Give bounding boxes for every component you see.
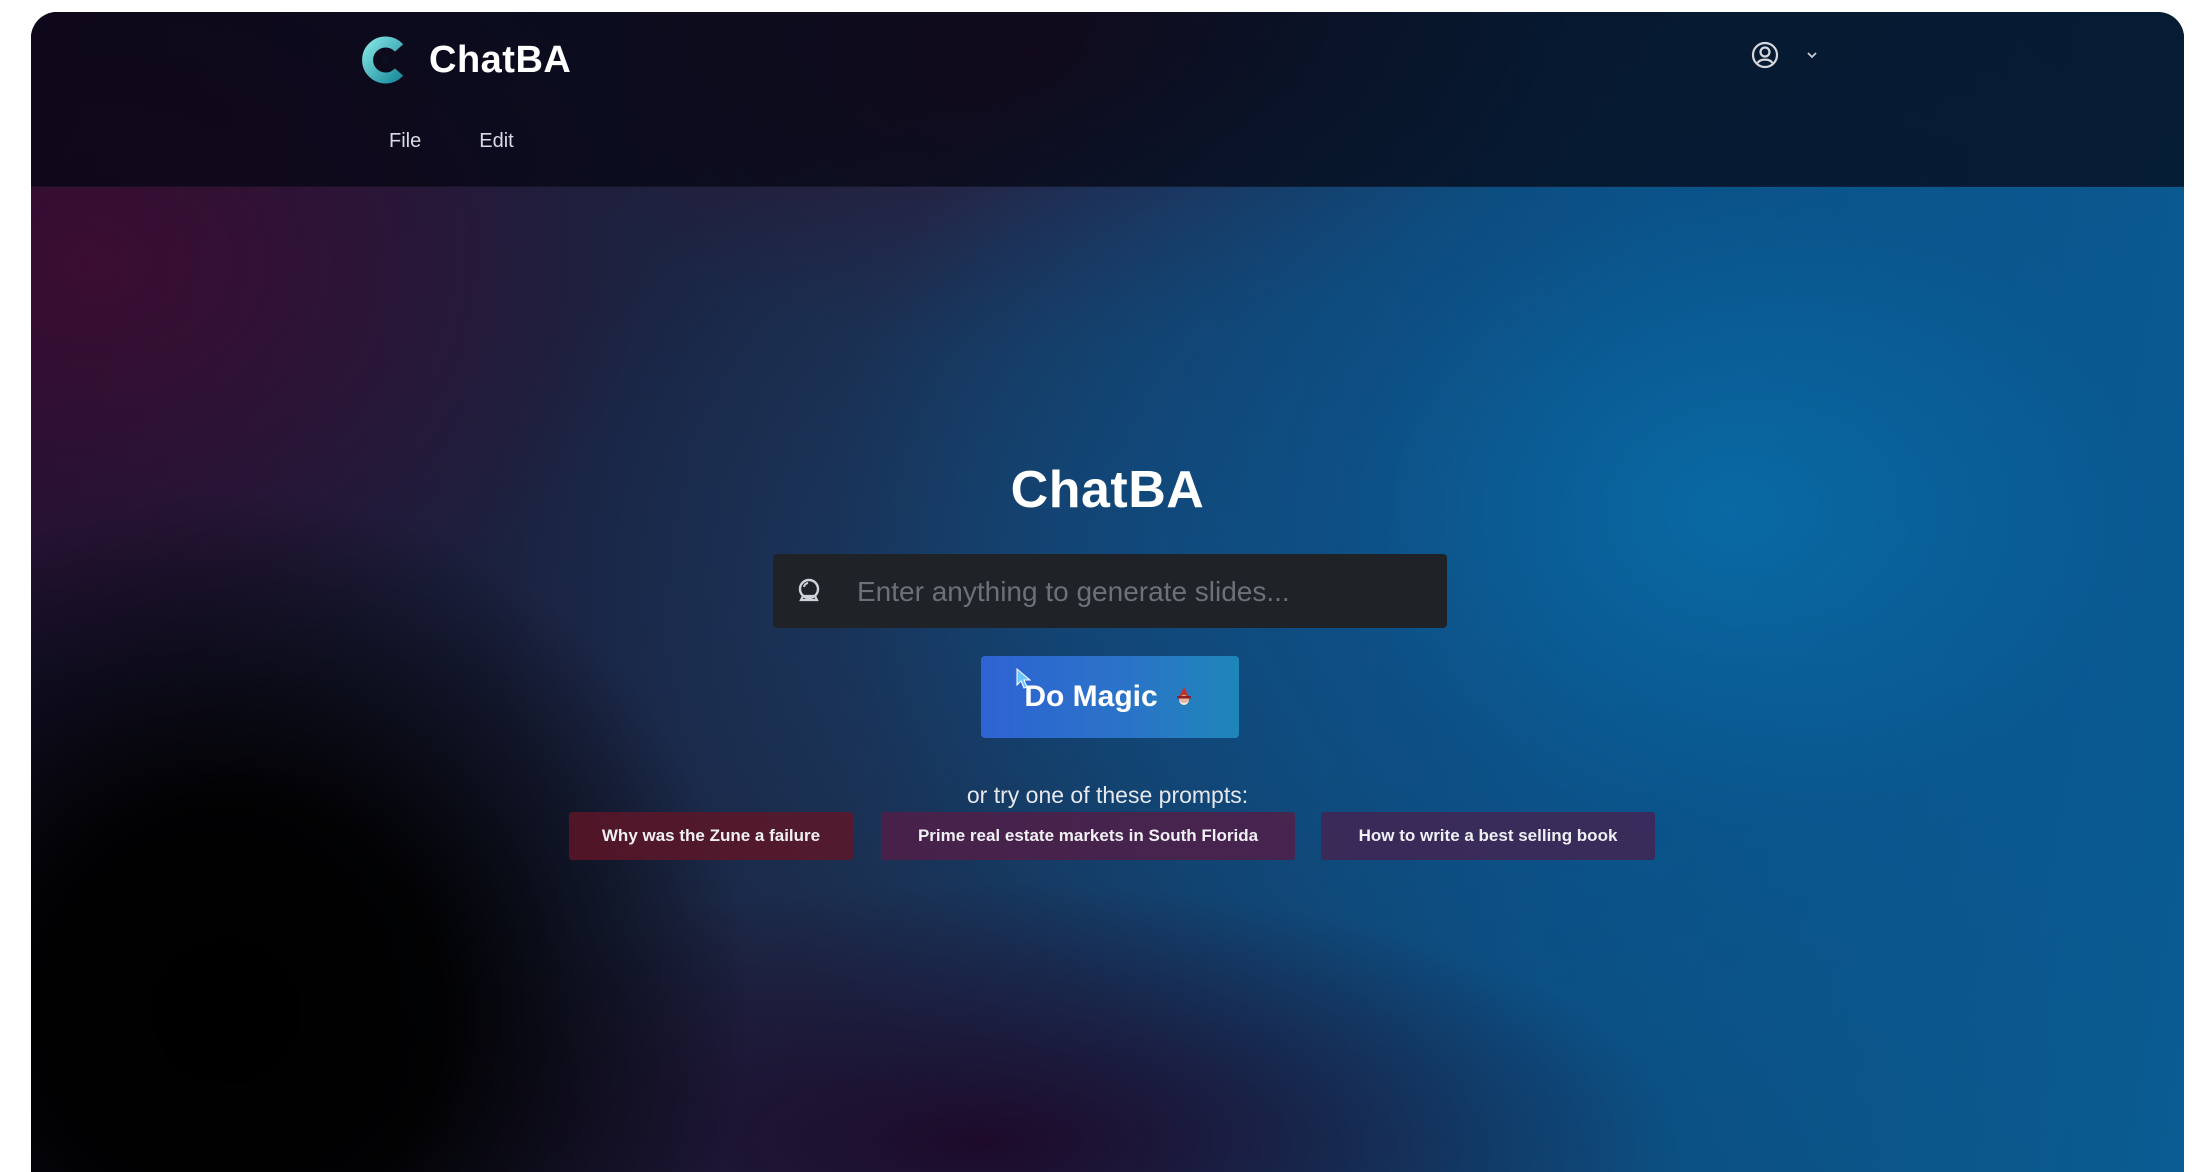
app-header: ChatBA File Edit <box>31 12 2184 187</box>
user-circle-icon <box>1751 41 1779 69</box>
chevron-down-icon <box>1807 52 1817 59</box>
menu-file[interactable]: File <box>389 130 421 153</box>
brand-name: ChatBA <box>429 38 572 81</box>
prompt-input-box[interactable] <box>773 554 1447 630</box>
do-magic-label: Do Magic <box>1024 680 1158 713</box>
menu-bar: File Edit <box>389 130 514 153</box>
menu-edit[interactable]: Edit <box>479 130 513 153</box>
mage-emoji-icon <box>1176 687 1191 705</box>
account-menu[interactable] <box>1750 40 1818 70</box>
mouse-cursor-icon <box>1016 668 1032 689</box>
prompt-chip[interactable]: Why was the Zune a failure <box>569 812 853 860</box>
prompt-chip[interactable]: How to write a best selling book <box>1321 812 1655 860</box>
prompts-label: or try one of these prompts: <box>966 782 1249 808</box>
crystal-ball-icon <box>798 578 820 602</box>
brand[interactable]: ChatBA <box>359 34 571 86</box>
chatba-logo-icon <box>362 36 404 84</box>
hero-title: ChatBA <box>1010 461 1205 519</box>
prompt-input[interactable] <box>855 554 1429 630</box>
prompt-chip[interactable]: Prime real estate markets in South Flori… <box>881 812 1295 860</box>
app-window: ChatBA File Edit ChatBA Do Magic <box>31 12 2184 1172</box>
